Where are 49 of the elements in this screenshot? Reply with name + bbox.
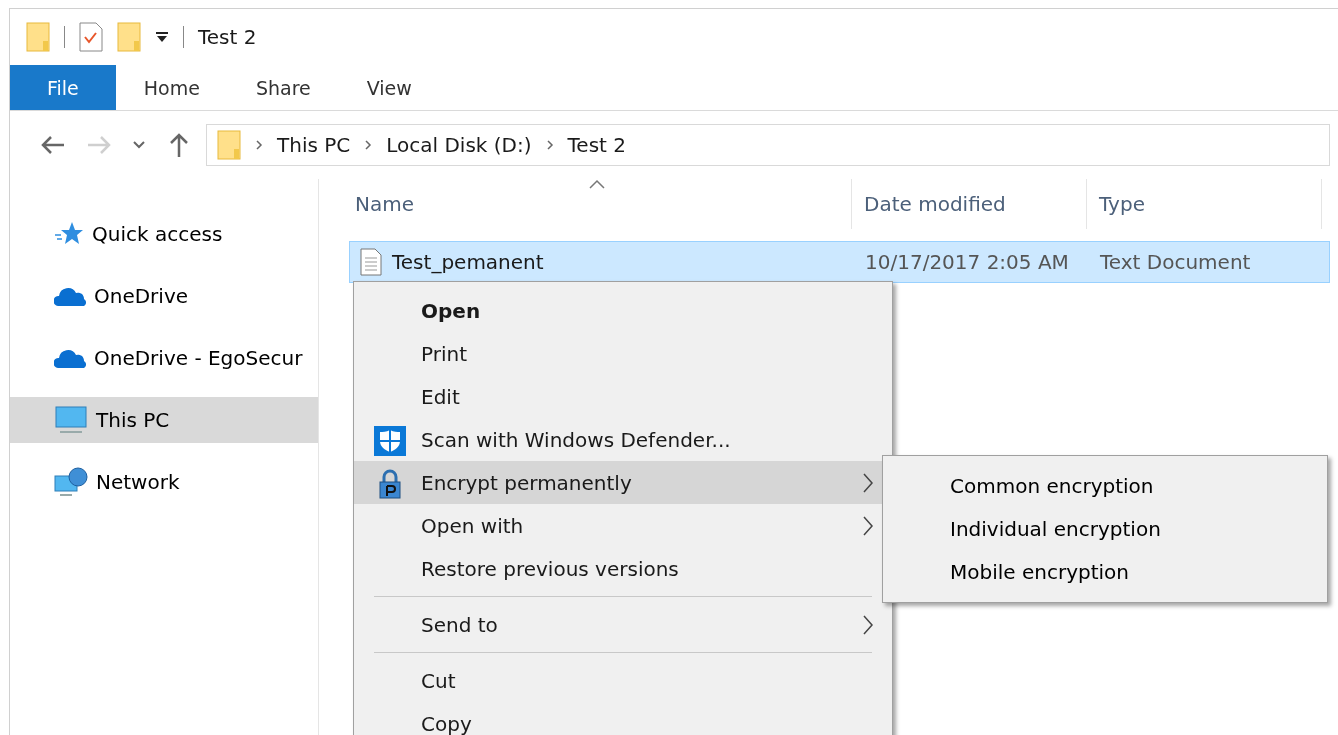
sidebar-item[interactable]: This PC: [10, 397, 318, 443]
date-cell-text: 10/17/2017 2:05 AM: [864, 250, 1070, 274]
back-icon[interactable]: [40, 134, 66, 156]
menu-item[interactable]: Send to: [354, 603, 892, 646]
cloud-icon: [54, 285, 86, 307]
ribbon-tab[interactable]: File: [10, 65, 116, 110]
network-icon: [54, 467, 88, 497]
ribbon-tab[interactable]: View: [338, 65, 440, 110]
chevron-icon: [364, 139, 373, 151]
breadcrumb[interactable]: Local Disk (D:): [386, 133, 532, 157]
sort-icon: [589, 179, 605, 189]
new-folder-icon: [117, 22, 141, 52]
sidebar-item[interactable]: OneDrive: [10, 273, 318, 319]
menu-item[interactable]: Copy: [354, 702, 892, 735]
column-header[interactable]: Name: [343, 179, 852, 229]
chevron-icon: [545, 139, 554, 151]
sidebar-item[interactable]: Network: [10, 459, 318, 505]
menu-item[interactable]: Print: [354, 332, 892, 375]
breadcrumb[interactable]: Test 2: [567, 133, 626, 157]
menu-item[interactable]: Edit: [354, 375, 892, 418]
chevron-icon: [862, 515, 874, 537]
window-title: Test 2: [198, 25, 257, 49]
address-bar[interactable]: This PC Local Disk (D:) Test 2: [206, 124, 1330, 166]
type-cell-text: Text Document: [1099, 250, 1251, 274]
menu-item[interactable]: Cut: [354, 659, 892, 702]
menu-item[interactable]: Open: [354, 289, 892, 332]
ribbon-tab[interactable]: Home: [115, 65, 228, 110]
folder-icon: [217, 130, 241, 160]
properties-icon[interactable]: [79, 22, 103, 52]
shield-icon: [374, 426, 406, 456]
dropdown-icon[interactable]: [155, 31, 169, 43]
sidebar-item[interactable]: OneDrive - EgoSecur: [10, 335, 318, 381]
chevron-icon: [862, 614, 874, 636]
chevron-icon: [862, 472, 874, 494]
document-icon: [360, 248, 382, 276]
chevron-icon: [255, 139, 263, 151]
sidebar-item[interactable]: Quick access: [10, 211, 318, 257]
menu-item[interactable]: Scan with Windows Defender...: [354, 418, 892, 461]
up-icon[interactable]: [168, 132, 190, 158]
column-header[interactable]: Date modified: [852, 179, 1087, 229]
breadcrumb[interactable]: This PC: [277, 133, 351, 157]
folder-icon: [26, 22, 50, 52]
file-row[interactable]: Test_pemanent 10/17/2017 2:05 AM Text Document: [349, 241, 1330, 283]
computer-icon: [54, 406, 88, 434]
file-name: Test_pemanent: [392, 250, 544, 274]
column-header[interactable]: Type: [1087, 179, 1322, 229]
cloud-icon: [54, 347, 86, 369]
star-icon: [54, 221, 84, 247]
ribbon-tab[interactable]: Share: [227, 65, 339, 110]
